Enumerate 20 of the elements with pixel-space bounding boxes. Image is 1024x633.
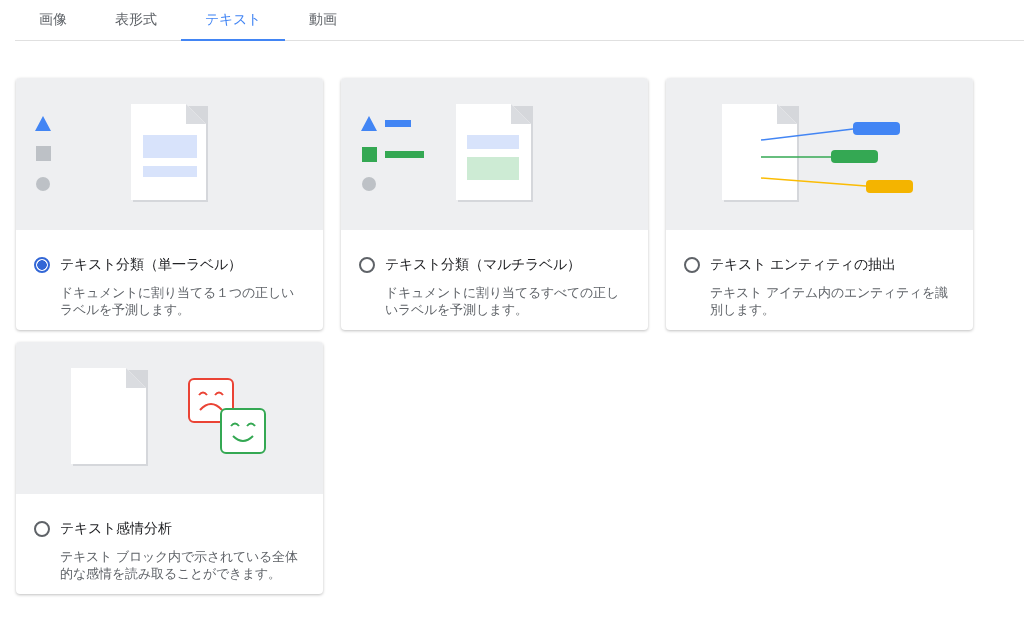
option-description: ドキュメントに割り当てる１つの正しいラベルを予測します。 xyxy=(60,284,295,318)
tab[interactable]: 画像 xyxy=(15,0,91,41)
option-card[interactable]: テキスト分類（単一ラベル） ドキュメントに割り当てる１つの正しいラベルを予測します。 xyxy=(16,78,323,330)
tab[interactable]: 表形式 xyxy=(91,0,181,41)
option-title: テキスト感情分析 xyxy=(60,520,172,538)
option-card[interactable]: テキスト分類（マルチラベル） ドキュメントに割り当てるすべての正しいラベルを予測します。 xyxy=(341,78,648,330)
option-card[interactable]: テキスト エンティティの抽出 テキスト アイテム内のエンティティを識別します。 xyxy=(666,78,973,330)
option-description: ドキュメントに割り当てるすべての正しいラベルを予測します。 xyxy=(385,284,620,318)
radio-button[interactable] xyxy=(34,521,50,537)
option-card[interactable]: テキスト感情分析 テキスト ブロック内で示されている全体的な感情を読み取ることができます。 xyxy=(16,342,323,594)
option-title: テキスト エンティティの抽出 xyxy=(710,256,896,274)
radio-button[interactable] xyxy=(34,257,50,273)
option-title: テキスト分類（マルチラベル） xyxy=(385,256,581,274)
tab[interactable]: 動画 xyxy=(285,0,361,41)
option-description: テキスト アイテム内のエンティティを識別します。 xyxy=(710,284,949,318)
option-title: テキスト分類（単一ラベル） xyxy=(60,256,242,274)
option-description: テキスト ブロック内で示されている全体的な感情を読み取ることができます。 xyxy=(60,548,299,582)
radio-button[interactable] xyxy=(359,257,375,273)
radio-button[interactable] xyxy=(684,257,700,273)
tab[interactable]: テキスト xyxy=(181,0,285,41)
